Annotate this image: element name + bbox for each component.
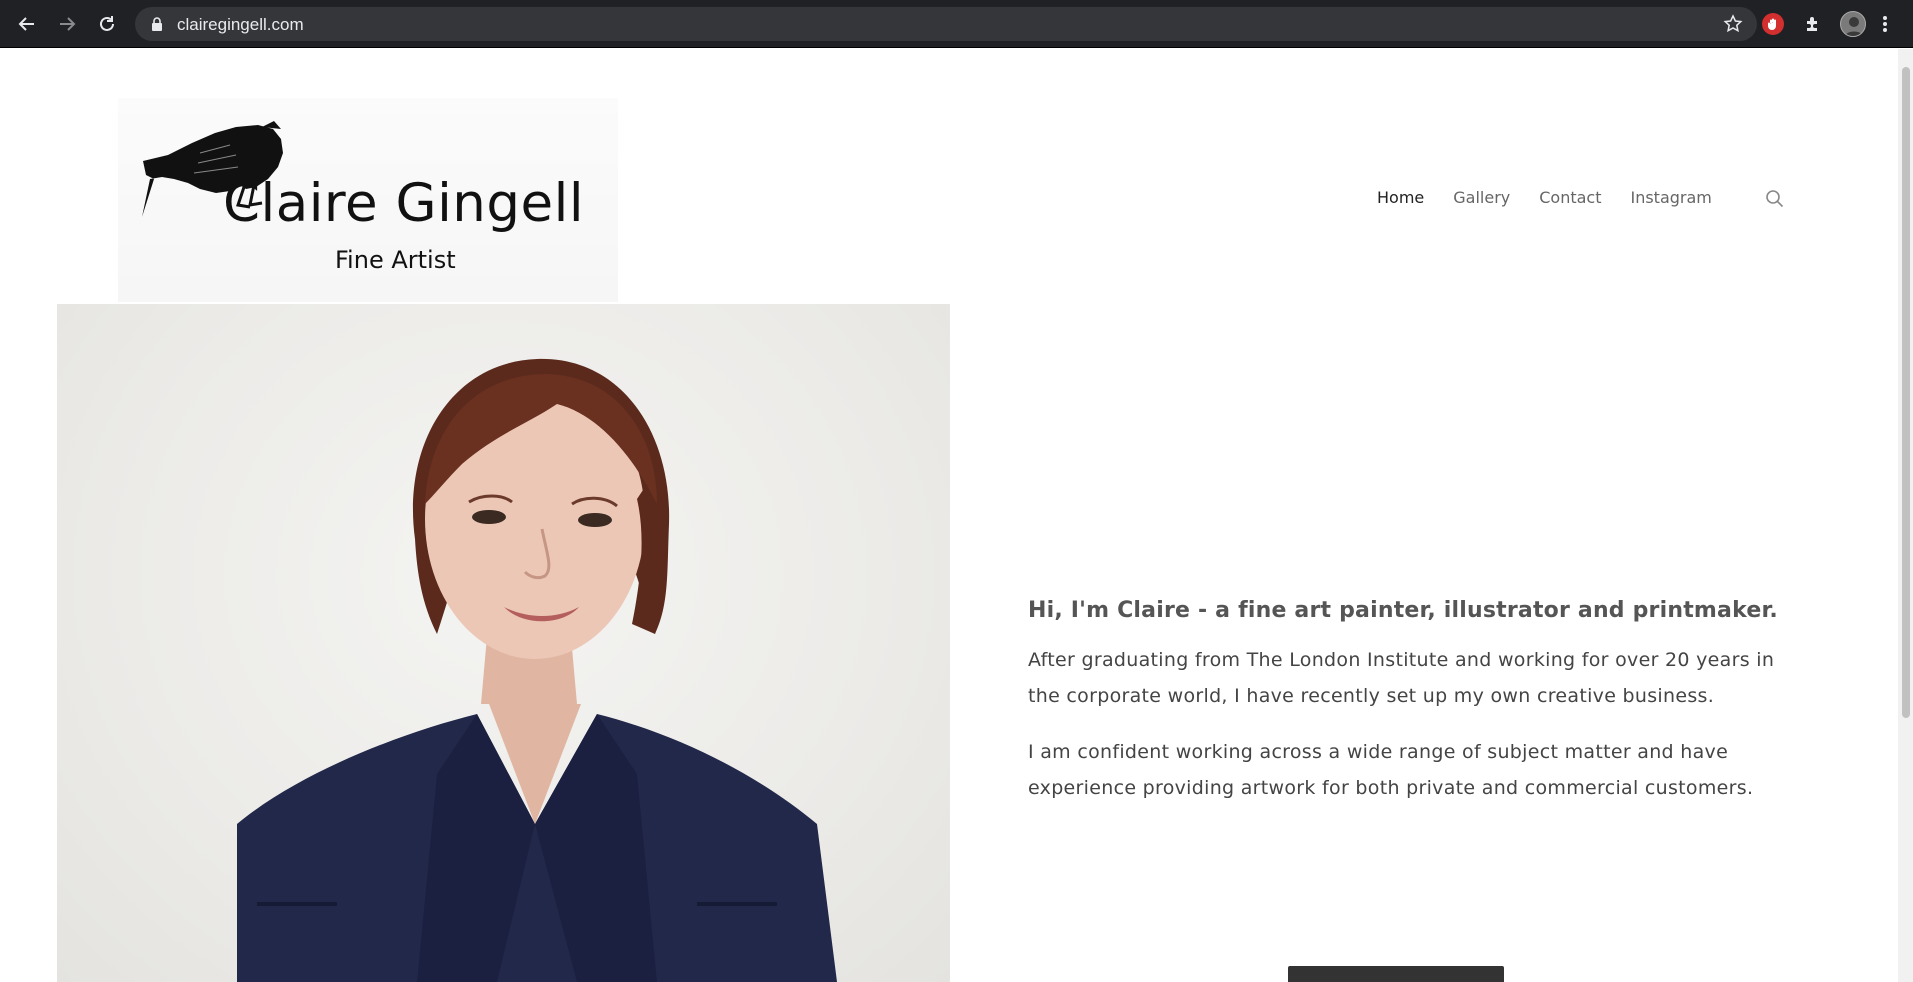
- page-body: Claire Gingell Fine Artist Home Gallery …: [0, 49, 1898, 982]
- intro-paragraph: After graduating from The London Institu…: [1028, 649, 1775, 707]
- main-nav: Home Gallery Contact Instagram: [1377, 188, 1712, 207]
- intro-heading: Hi, I'm Claire - a fine art painter, ill…: [1028, 598, 1778, 623]
- lock-icon: [151, 17, 163, 36]
- menu-dots-icon[interactable]: [1877, 11, 1893, 37]
- profile-avatar[interactable]: [1840, 11, 1866, 37]
- artist-portrait: [57, 304, 950, 982]
- search-icon[interactable]: [1764, 188, 1786, 210]
- nav-item-home[interactable]: Home: [1377, 188, 1424, 207]
- intro-paragraph: I am confident working across a wide ran…: [1028, 741, 1754, 799]
- adblock-icon[interactable]: [1760, 11, 1786, 37]
- site-logo[interactable]: Claire Gingell Fine Artist: [118, 98, 618, 302]
- back-icon[interactable]: [12, 9, 42, 39]
- bookmark-star-icon[interactable]: [1723, 14, 1743, 39]
- forward-icon[interactable]: [52, 9, 82, 39]
- reload-icon[interactable]: [92, 9, 122, 39]
- intro-section: Hi, I'm Claire - a fine art painter, ill…: [1028, 598, 1788, 826]
- page-scrollbar[interactable]: [1898, 49, 1913, 982]
- address-bar[interactable]: clairegingell.com: [135, 7, 1757, 41]
- call-to-action-button[interactable]: [1288, 966, 1504, 982]
- site-title: Claire Gingell: [223, 173, 585, 234]
- nav-item-contact[interactable]: Contact: [1539, 188, 1601, 207]
- nav-item-instagram[interactable]: Instagram: [1630, 188, 1711, 207]
- browser-toolbar: clairegingell.com: [0, 0, 1913, 48]
- extensions-icon[interactable]: [1800, 11, 1826, 37]
- scrollbar-thumb[interactable]: [1902, 67, 1910, 718]
- url-text[interactable]: clairegingell.com: [177, 15, 304, 35]
- site-tagline: Fine Artist: [335, 246, 456, 274]
- nav-item-gallery[interactable]: Gallery: [1453, 188, 1510, 207]
